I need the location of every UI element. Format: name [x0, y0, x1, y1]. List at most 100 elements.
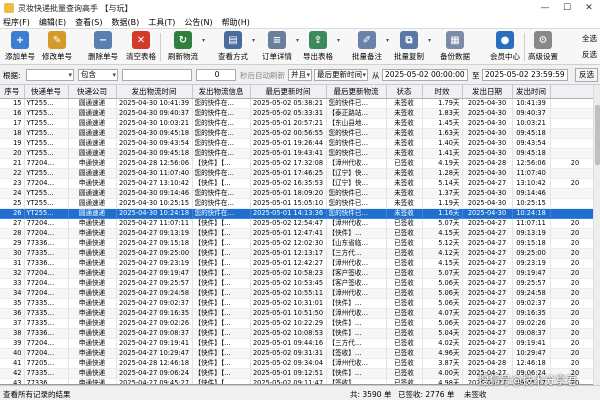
table-cell: 09:40:37	[512, 108, 551, 119]
toolbar-button-6[interactable]: ≡ 订单详情 ▾	[262, 31, 299, 63]
table-row[interactable]: 27 77204… 申通快递 2025-04-27 11:07:11 【快件】【… 202…	[0, 218, 600, 229]
table-row[interactable]: 20 YT255… 圆通速递 2025-04-30 09:45:18 您的快件在… 202…	[0, 148, 600, 159]
filter-and-select[interactable]: 并且	[288, 69, 312, 81]
toolbar-button-12[interactable]: ⚙ 高级设置	[528, 31, 558, 63]
table-cell: 【快件】【…	[192, 268, 251, 279]
toolbar-button-5[interactable]: ▤ 查看方式 ▾	[218, 31, 255, 63]
chevron-down-icon[interactable]: ▾	[428, 37, 431, 44]
table-row[interactable]: 30 77335… 申通快递 2025-04-27 09:25:00 【快件】【… 202…	[0, 248, 600, 259]
filter-invert-button[interactable]: 反选	[575, 68, 598, 82]
table-cell: 40	[0, 348, 25, 359]
table-cell: 33	[0, 278, 25, 289]
table-row[interactable]: 17 YT255… 圆通速递 2025-04-30 10:03:21 您的快件在… 202…	[0, 118, 600, 129]
menu-data[interactable]: 数据(B)	[111, 17, 139, 28]
menu-edit[interactable]: 编辑(E)	[39, 17, 66, 28]
toolbar-button-11[interactable]: ● 会员中心	[490, 31, 520, 63]
column-header[interactable]: 最后更新物流	[326, 85, 387, 99]
filter-field-select[interactable]	[26, 69, 74, 81]
column-header[interactable]: 快递单号	[24, 85, 69, 99]
invert-selection-button[interactable]: 反选	[582, 49, 597, 60]
scrollbar-thumb[interactable]	[595, 105, 600, 165]
table-row[interactable]: 15 YT255… 圆通速递 2025-04-30 10:41:39 您的快件在… 202…	[0, 98, 600, 109]
column-header[interactable]: 最后更新时间	[250, 85, 327, 99]
filter-contains-select[interactable]: 包含	[78, 69, 118, 81]
table-row[interactable]: 34 77204… 申通快递 2025-04-27 09:24:58 【快件】【… 202…	[0, 288, 600, 299]
menu-view[interactable]: 查看(S)	[75, 17, 102, 28]
table-row[interactable]: 18 YT255… 圆通速递 2025-04-30 09:45:18 您的快件在… 202…	[0, 128, 600, 139]
table-row[interactable]: 38 77336… 申通快递 2025-04-27 09:08:37 【快件】【… 202…	[0, 328, 600, 339]
table-row[interactable]: 23 77204… 申通快递 2025-04-27 13:10:42 【快件】【… 202…	[0, 178, 600, 189]
toolbar-button-9[interactable]: ⧉ 批量复制 ▾	[394, 31, 431, 63]
filter-keyword-input[interactable]	[122, 69, 192, 81]
menu-help[interactable]: 帮助(H)	[222, 17, 250, 28]
toolbar-button-8[interactable]: ✐ 批量备注 ▾	[352, 31, 389, 63]
table-row[interactable]: 35 77335… 申通快递 2025-04-27 09:02:37 【快件】【… 202…	[0, 298, 600, 309]
chevron-down-icon[interactable]: ▾	[296, 37, 299, 44]
toolbar-button-7[interactable]: ⇪ 导出表格 ▾	[303, 31, 340, 63]
toolbar-button-10[interactable]: ▦ 备份数据	[440, 31, 470, 63]
table-row[interactable]: 41 77205… 申通快递 2025-04-28 12:46:18 【快件】【… 202…	[0, 358, 600, 369]
table-row[interactable]: 29 77336… 申通快递 2025-04-27 09:15:18 【快件】【… 202…	[0, 238, 600, 249]
table-row[interactable]: 32 77204… 申通快递 2025-04-27 09:19:47 【快件】【… 202…	[0, 268, 600, 279]
vertical-scrollbar[interactable]	[593, 85, 600, 385]
chevron-down-icon[interactable]: ▾	[202, 37, 205, 44]
select-all-button[interactable]: 全选	[582, 33, 597, 44]
chevron-down-icon[interactable]: ▾	[252, 37, 255, 44]
table-cell: YT255…	[24, 118, 69, 129]
chevron-down-icon[interactable]: ▾	[386, 37, 389, 44]
table-cell: 77205…	[24, 358, 69, 369]
table-cell: 2025-04-27	[462, 218, 513, 229]
table-cell: 申通快递	[68, 178, 117, 189]
column-header[interactable]: 发出物流时间	[116, 85, 193, 99]
column-header[interactable]: 发出物流信息	[192, 85, 251, 99]
table-row[interactable]: 24 YT255… 圆通速递 2025-04-30 09:14:46 您的快件在… 202…	[0, 188, 600, 199]
table-row[interactable]: 16 YT255… 圆通速递 2025-04-30 09:40:37 您的快件在… 202…	[0, 108, 600, 119]
table-row[interactable]: 37 77335… 申通快递 2025-04-27 09:02:26 【快件】【… 202…	[0, 318, 600, 329]
table-cell: 圆通速递	[68, 208, 117, 219]
table-cell: 5.07天	[422, 268, 463, 279]
table-row[interactable]: 25 YT255… 圆通速递 2025-04-30 10:25:15 您的快件在… 202…	[0, 198, 600, 209]
chevron-down-icon[interactable]: ▾	[337, 37, 340, 44]
menu-program[interactable]: 程序(F)	[3, 17, 30, 28]
table-cell: 2025-04-28 12:46:18	[116, 358, 193, 369]
table-cell: 2025-04-27 09:23:19	[116, 258, 193, 269]
toolbar-button-1[interactable]: ✎ 修改单号	[42, 31, 72, 63]
table-row[interactable]: 36 77335… 申通快递 2025-04-27 09:16:35 【快件】【… 202…	[0, 308, 600, 319]
table-cell: 1.41天	[422, 148, 463, 159]
toolbar-button-0[interactable]: + 添加单号	[5, 31, 35, 63]
table-row[interactable]: 19 YT255… 圆通速递 2025-04-30 09:43:54 您的快件在… 202…	[0, 138, 600, 149]
time-field-select[interactable]: 最后更新时间	[314, 69, 368, 81]
table-row[interactable]: 39 77204… 申通快递 2025-04-27 09:19:41 【快件】【… 202…	[0, 338, 600, 349]
toolbar-button-3[interactable]: ✕ 清空表格	[126, 31, 156, 63]
delete-doc-icon: −	[94, 31, 112, 49]
column-header[interactable]: 序号	[0, 85, 25, 99]
column-header[interactable]: 状态	[386, 85, 423, 99]
menu-announcement[interactable]: 公告(N)	[184, 17, 212, 28]
menu-tools[interactable]: 工具(T)	[148, 17, 175, 28]
table-row[interactable]: 40 77204… 申通快递 2025-04-27 10:29:47 【快件】【… 202…	[0, 348, 600, 359]
table-cell: 2025-05-01 19:26:44	[250, 138, 327, 149]
table-row[interactable]: 33 77204… 申通快递 2025-04-27 09:25:57 【快件】【… 202…	[0, 278, 600, 289]
column-header[interactable]: 发出时间	[512, 85, 551, 99]
column-header[interactable]: 快递公司	[68, 85, 117, 99]
column-header[interactable]: 时效	[422, 85, 463, 99]
column-header[interactable]: 发出日期	[462, 85, 513, 99]
table-header: 序号 快递单号 快递公司 发出物流时间 发出物流信息 最后更新时间 最后更新物流 状态 时效 发出…	[0, 85, 600, 99]
maximize-button[interactable]: ☐	[556, 0, 578, 16]
date-to-input[interactable]: 2025-05-02 23:59:59	[482, 69, 568, 81]
table-row[interactable]: 22 YT255… 圆通速递 2025-04-30 11:07:40 您的快件在… 202…	[0, 168, 600, 179]
table-row[interactable]: 31 77336… 申通快递 2025-04-27 09:23:19 【快件】【… 202…	[0, 258, 600, 269]
minimize-button[interactable]: —	[534, 0, 556, 16]
close-button[interactable]: ✕	[578, 0, 600, 16]
batch-copy-icon: ⧉	[400, 31, 418, 49]
table-row[interactable]: 26 YT255… 圆通速递 2025-04-30 10:24:18 您的快件在… 202…	[0, 208, 600, 219]
table-cell: 2025-04-30	[462, 118, 513, 129]
table-row[interactable]: 21 77204… 申通快递 2025-04-28 12:56:06 【快件】【… 202…	[0, 158, 600, 169]
date-from-input[interactable]: 2025-05-02 00:00:00	[382, 69, 468, 81]
refresh-seconds-input[interactable]: 0	[196, 69, 236, 81]
toolbar-separator	[160, 33, 161, 61]
table-row[interactable]: 28 77204… 申通快递 2025-04-27 09:13:19 【快件】【… 202…	[0, 228, 600, 239]
toolbar-button-4[interactable]: ↻ 刷新物流 ▾	[168, 31, 205, 63]
toolbar-button-2[interactable]: − 删除单号	[88, 31, 118, 63]
table-cell: 77204…	[24, 218, 69, 229]
